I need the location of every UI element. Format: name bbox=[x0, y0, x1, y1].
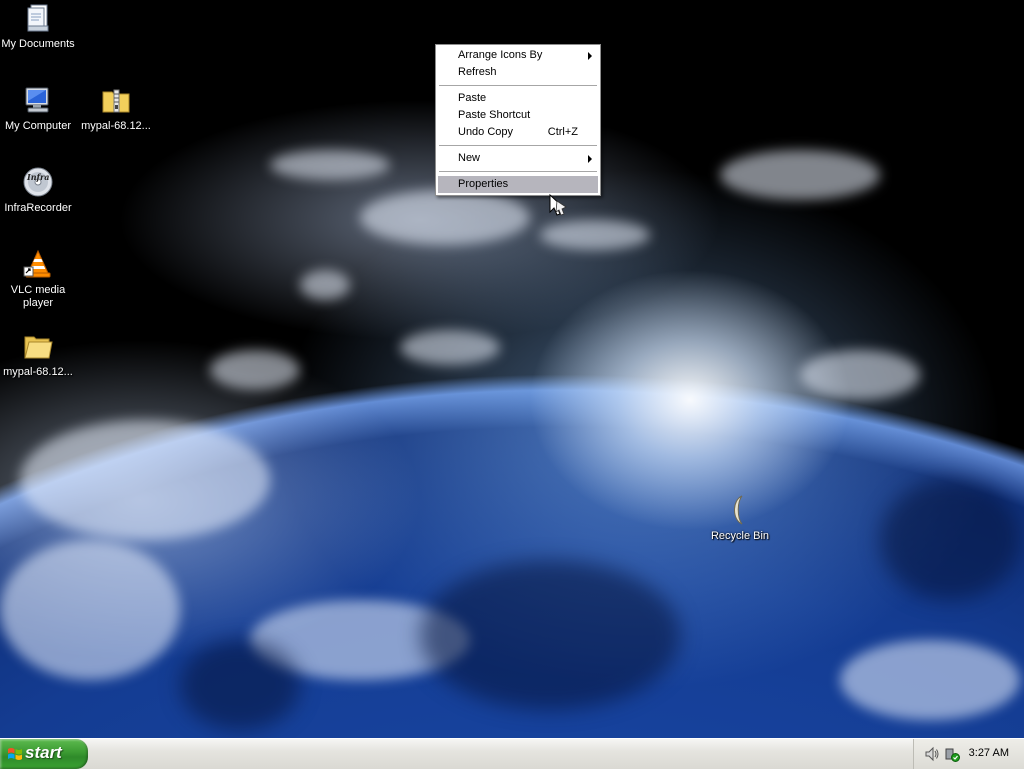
desktop-icon-label: VLC media player bbox=[10, 284, 66, 309]
menu-item-label: Paste bbox=[458, 92, 487, 104]
menu-item-label: New bbox=[458, 152, 481, 164]
recycle-bin-icon bbox=[734, 495, 743, 525]
menu-item-paste-shortcut[interactable]: Paste Shortcut bbox=[438, 107, 598, 124]
menu-item-refresh[interactable]: Refresh bbox=[438, 64, 598, 81]
menu-separator bbox=[439, 145, 597, 146]
desktop-icon-recycle-bin[interactable]: Recycle Bin bbox=[702, 494, 778, 543]
my-documents-icon bbox=[27, 4, 49, 32]
safely-remove-hardware-icon[interactable] bbox=[944, 746, 960, 762]
start-label: start bbox=[25, 743, 62, 762]
desktop[interactable]: My Documents My Computer mypal-68.12... bbox=[0, 0, 1024, 738]
menu-item-undo-copy[interactable]: Undo Copy Ctrl+Z bbox=[438, 124, 598, 141]
taskbar-clock[interactable]: 3:27 AM bbox=[969, 747, 1009, 759]
desktop-icon-mypal-zip[interactable]: mypal-68.12... bbox=[78, 84, 154, 133]
menu-separator bbox=[439, 171, 597, 172]
menu-item-label: Paste Shortcut bbox=[458, 109, 531, 121]
menu-item-arrange-icons-by[interactable]: Arrange Icons By bbox=[438, 47, 598, 64]
menu-item-label: Refresh bbox=[458, 66, 497, 78]
desktop-icon-label: mypal-68.12... bbox=[81, 120, 151, 132]
svg-text:Infra: Infra bbox=[26, 172, 49, 182]
start-button[interactable]: start bbox=[0, 739, 88, 769]
windows-flag-icon bbox=[8, 748, 22, 760]
menu-item-properties[interactable]: Properties bbox=[438, 176, 598, 193]
menu-item-label: Properties bbox=[458, 178, 509, 190]
desktop-icon-label: Recycle Bin bbox=[710, 530, 770, 542]
submenu-arrow-icon bbox=[588, 155, 592, 163]
menu-item-label: Arrange Icons By bbox=[458, 49, 543, 61]
desktop-icon-mypal-folder[interactable]: mypal-68.12... bbox=[0, 330, 76, 379]
speaker-icon[interactable] bbox=[924, 746, 940, 762]
desktop-icon-vlc[interactable]: VLC media player bbox=[0, 248, 76, 310]
desktop-icon-label: My Computer bbox=[4, 120, 72, 132]
system-tray: 3:27 AM bbox=[913, 739, 1024, 769]
desktop-icon-my-computer[interactable]: My Computer bbox=[0, 84, 76, 133]
zip-folder-icon bbox=[102, 89, 130, 113]
desktop-icon-label: InfraRecorder bbox=[4, 202, 72, 214]
menu-separator bbox=[439, 85, 597, 86]
desktop-icon-label: mypal-68.12... bbox=[3, 366, 73, 378]
menu-item-paste[interactable]: Paste bbox=[438, 90, 598, 107]
taskbar: start 3:27 AM bbox=[0, 738, 1024, 769]
mouse-cursor-icon bbox=[549, 193, 567, 216]
menu-item-shortcut: Ctrl+Z bbox=[547, 126, 578, 138]
infrarecorder-icon: Infra bbox=[23, 167, 53, 197]
menu-item-label: Undo Copy bbox=[458, 126, 514, 138]
desktop-icon-label: My Documents bbox=[1, 38, 75, 50]
desktop-context-menu: Arrange Icons By Refresh Paste Paste Sho… bbox=[435, 44, 601, 196]
desktop-icon-infrarecorder[interactable]: Infra InfraRecorder bbox=[0, 166, 76, 215]
menu-item-new[interactable]: New bbox=[438, 150, 598, 167]
my-computer-icon bbox=[25, 87, 49, 113]
folder-icon bbox=[24, 336, 53, 359]
desktop-icon-my-documents[interactable]: My Documents bbox=[0, 2, 76, 51]
vlc-icon bbox=[23, 249, 51, 278]
submenu-arrow-icon bbox=[588, 52, 592, 60]
